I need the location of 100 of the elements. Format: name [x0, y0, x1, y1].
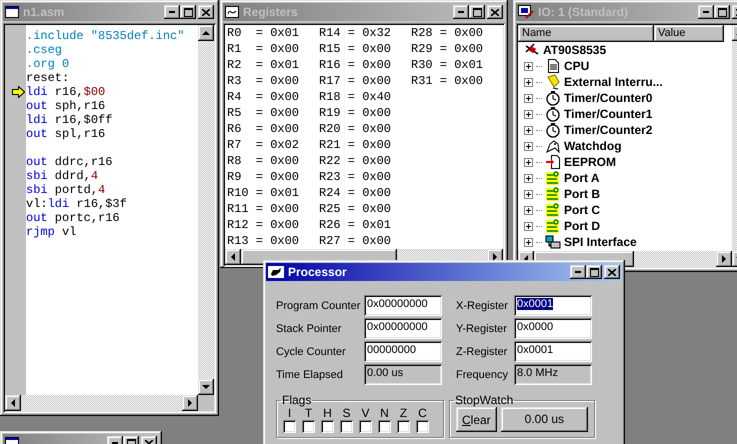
- expand-toggle[interactable]: [524, 158, 533, 166]
- register-value: R8 = 0x00: [227, 153, 300, 169]
- column-header[interactable]: Name: [518, 25, 654, 42]
- plus-icon: [525, 110, 532, 118]
- register-value: R30 = 0x01: [411, 57, 484, 73]
- arrow-icon: [722, 255, 726, 263]
- expand-toggle[interactable]: [524, 222, 533, 230]
- register-value: R17 = 0x00: [319, 73, 392, 89]
- register-value: R7 = 0x02: [227, 137, 300, 153]
- tree-item[interactable]: AT90S8535: [543, 43, 606, 57]
- flag-checkbox[interactable]: [340, 420, 353, 433]
- flag-checkbox[interactable]: [359, 420, 372, 433]
- close-button[interactable]: [604, 265, 620, 279]
- minimize-icon: [112, 442, 118, 444]
- flag-label: S: [342, 407, 350, 420]
- field-label: Cycle Counter: [276, 346, 347, 358]
- window-icon: [225, 6, 239, 18]
- minimize-button[interactable]: [453, 5, 469, 19]
- expand-toggle[interactable]: [524, 110, 533, 118]
- scroll-up-button[interactable]: [198, 25, 214, 41]
- value-field[interactable]: 0x00000000: [364, 295, 442, 316]
- field-label: Program Counter: [276, 300, 362, 312]
- field-label: Y-Register: [456, 322, 508, 334]
- minimize-button[interactable]: [698, 5, 714, 19]
- memory-icon: [545, 154, 561, 170]
- maximize-button[interactable]: [469, 5, 485, 19]
- port-icon: [545, 202, 561, 218]
- flag-checkbox[interactable]: [378, 420, 391, 433]
- port-icon: [545, 170, 561, 186]
- stopwatch-icon: [545, 90, 561, 106]
- tree-item[interactable]: Timer/Counter2: [564, 123, 652, 137]
- network-icon: [545, 234, 561, 250]
- tree-item[interactable]: SPI Interface: [564, 235, 637, 249]
- tree-item[interactable]: EEPROM: [564, 155, 616, 169]
- tree-item[interactable]: Timer/Counter1: [564, 107, 652, 121]
- maximize-button[interactable]: [586, 265, 602, 279]
- expand-toggle[interactable]: [524, 206, 533, 214]
- register-value: R24 = 0x00: [319, 185, 392, 201]
- expand-toggle[interactable]: [524, 190, 533, 198]
- window-title: n1.asm: [23, 5, 66, 19]
- register-value: R4 = 0x00: [227, 89, 300, 105]
- vertical-scrollbar[interactable]: [198, 25, 214, 395]
- scroll-down-button[interactable]: [198, 379, 214, 395]
- tree-item[interactable]: Port A: [564, 171, 600, 185]
- close-button[interactable]: [487, 5, 503, 19]
- code-line: .cseg: [26, 43, 64, 57]
- flag-checkbox[interactable]: [283, 420, 296, 433]
- tree-item[interactable]: Port B: [564, 187, 600, 201]
- minimize-button[interactable]: [164, 5, 180, 19]
- plus-icon: [525, 94, 532, 102]
- minimize-icon: [169, 11, 175, 13]
- flag-checkbox[interactable]: [321, 420, 334, 433]
- expand-toggle[interactable]: [524, 62, 533, 70]
- expand-toggle[interactable]: [524, 238, 533, 246]
- value-field: 8.0 MHz: [514, 364, 592, 385]
- flag-checkbox[interactable]: [397, 420, 410, 433]
- scroll-left-button[interactable]: [225, 249, 241, 265]
- close-button[interactable]: [198, 5, 214, 19]
- expand-toggle[interactable]: [524, 174, 533, 182]
- minimize-button[interactable]: [570, 265, 586, 279]
- clear-button[interactable]: Clear: [456, 407, 497, 432]
- expand-toggle[interactable]: [524, 94, 533, 102]
- value-field[interactable]: 0x0001: [514, 295, 592, 316]
- horizontal-scrollbar[interactable]: [5, 395, 198, 411]
- expand-toggle[interactable]: [524, 126, 533, 134]
- flag-checkbox[interactable]: [416, 420, 429, 433]
- expand-toggle[interactable]: [524, 78, 533, 86]
- value-field[interactable]: 0x0001: [514, 341, 592, 362]
- scroll-right-button[interactable]: [716, 251, 732, 267]
- tree-item[interactable]: Port D: [564, 219, 600, 233]
- scroll-right-button[interactable]: [182, 395, 198, 411]
- column-header[interactable]: Value: [654, 25, 724, 42]
- flag-label: T: [304, 407, 312, 420]
- flag-checkbox[interactable]: [302, 420, 315, 433]
- scroll-left-button[interactable]: [5, 395, 21, 411]
- register-value: R5 = 0x00: [227, 105, 300, 121]
- value-field[interactable]: 0x00000000: [364, 318, 442, 339]
- register-value: R26 = 0x01: [319, 217, 392, 233]
- tree-item[interactable]: CPU: [564, 59, 590, 73]
- plus-icon: [525, 238, 532, 246]
- code-line: out sph,r16: [26, 99, 106, 113]
- tree-item[interactable]: Watchdog: [564, 139, 622, 153]
- tree-item[interactable]: Timer/Counter0: [564, 91, 652, 105]
- code-line: ldi r16,$00: [26, 85, 106, 99]
- group-title: Flags: [281, 393, 312, 407]
- maximize-button[interactable]: [180, 5, 196, 19]
- tree-item[interactable]: Port C: [564, 203, 600, 217]
- field-label: X-Register: [456, 300, 509, 312]
- tree-item[interactable]: External Interru...: [564, 75, 663, 89]
- arrow-icon: [11, 399, 15, 407]
- value-field[interactable]: 00000000: [364, 341, 442, 362]
- register-value: R9 = 0x00: [227, 169, 300, 185]
- window-title: Registers: [243, 5, 299, 19]
- expand-toggle[interactable]: [524, 142, 533, 150]
- plus-icon: [525, 126, 532, 134]
- value-field[interactable]: 0x0000: [514, 318, 592, 339]
- minimize-icon: [458, 11, 464, 13]
- register-value: R18 = 0x40: [319, 89, 392, 105]
- window-title: Processor: [288, 265, 348, 279]
- maximize-button[interactable]: [714, 5, 730, 19]
